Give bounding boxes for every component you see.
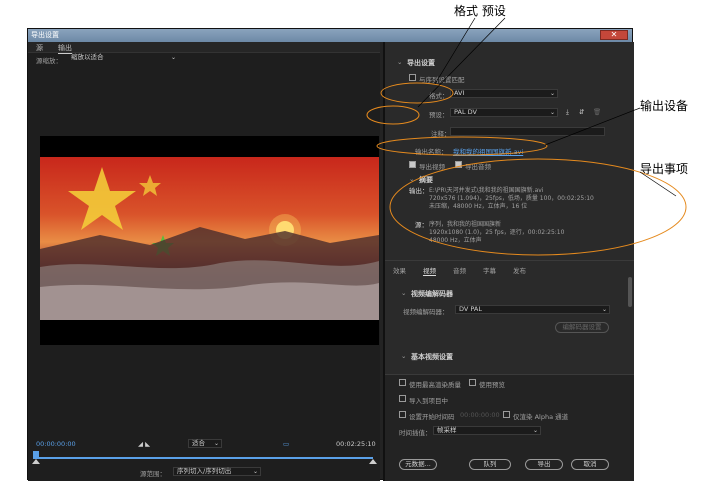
comment-label: 注释： <box>431 130 451 138</box>
summary-source-line3: 48000 Hz，立体声 <box>429 237 482 244</box>
preview-frame <box>40 157 379 320</box>
fit-select[interactable]: 适合 ⌄ <box>188 439 222 448</box>
set-in-out-icon[interactable]: ◢ ◣ <box>138 440 150 448</box>
basic-video-heading: 基本视频设置 <box>411 353 453 361</box>
scrollbar[interactable] <box>628 277 632 307</box>
cancel-button[interactable]: 取消 <box>571 459 609 470</box>
timecode-start[interactable]: 00:00:00:00 <box>36 440 76 448</box>
export-settings-heading: 导出设置 <box>407 59 435 67</box>
close-button[interactable]: ✕ <box>600 30 628 40</box>
comment-input[interactable] <box>450 127 605 136</box>
start-tc-value[interactable]: 00:00:00:00 <box>460 411 500 419</box>
playback-controls: 00:00:00:00 ◢ ◣ 适合 ⌄ ▭ 00:02:25:10 源范围： 序… <box>28 439 380 481</box>
tab-publish[interactable]: 发布 <box>513 265 526 275</box>
in-point-icon[interactable] <box>32 459 40 464</box>
import-project-label: 导入到项目中 <box>409 397 448 405</box>
tab-source[interactable]: 源 <box>36 43 43 53</box>
chevron-down-icon: ⌄ <box>252 468 258 475</box>
export-video-label: 导出视频 <box>419 163 445 171</box>
tab-effects[interactable]: 效果 <box>393 265 406 275</box>
format-label: 格式： <box>429 92 449 100</box>
format-select[interactable]: AVI ⌄ <box>450 89 558 98</box>
window-title: 导出设置 <box>31 31 59 39</box>
video-preview <box>40 136 379 345</box>
codec-select[interactable]: DV PAL ⌄ <box>455 305 610 314</box>
import-project-checkbox[interactable] <box>399 395 406 402</box>
annotation-output-device: 输出设备 <box>640 99 689 113</box>
flag-image <box>40 167 379 320</box>
interp-select[interactable]: 帧采样 ⌄ <box>433 426 541 435</box>
source-range-select[interactable]: 序列切入/序列切出 ⌄ <box>173 467 261 476</box>
annotation-format-preset: 格式 预设 <box>454 4 506 18</box>
chevron-down-icon: ⌄ <box>170 54 176 61</box>
use-preview-checkbox[interactable] <box>469 379 476 386</box>
preset-select[interactable]: PAL DV ⌄ <box>450 108 558 117</box>
tab-video[interactable]: 视频 <box>423 265 436 276</box>
codec-section-heading: 视频编解码器 <box>411 290 453 298</box>
source-scaling-label: 源缩放： <box>36 57 62 65</box>
chevron-down-icon: ⌄ <box>549 90 555 97</box>
annotation-export-items: 导出事项 <box>640 162 689 176</box>
export-settings-window: 导出设置 ✕ 源 输出 源缩放： 缩放以适合 ⌄ 00:00:00:00 ◢ ◣… <box>27 28 634 481</box>
chevron-down-icon: ⌄ <box>601 306 607 313</box>
match-sequence-checkbox[interactable] <box>409 74 416 81</box>
tab-audio[interactable]: 音频 <box>453 265 466 275</box>
import-preset-icon[interactable]: ⇵ <box>579 108 584 116</box>
chevron-down-icon: ⌄ <box>213 440 219 447</box>
output-name-label: 输出名称： <box>415 148 448 156</box>
metadata-button[interactable]: 元数据... <box>399 459 437 470</box>
codec-chevron-icon[interactable]: ⌄ <box>401 289 406 297</box>
settings-panel: 导出设置 ⌄ 与序列设置匹配 格式： AVI ⌄ 预设： PAL DV ⌄ ⤓ ⇵ … <box>383 42 634 481</box>
export-button[interactable]: 导出 <box>525 459 563 470</box>
summary-heading: 摘要 <box>419 176 433 184</box>
codec-settings-button[interactable]: 编解码器设置 <box>555 322 609 333</box>
section-divider <box>385 260 634 261</box>
source-range-label: 源范围： <box>140 470 166 478</box>
crop-icon[interactable]: ▭ <box>283 440 289 448</box>
timeline-bar[interactable] <box>33 457 373 459</box>
set-start-tc-label: 设置开始时间码 <box>409 413 455 421</box>
save-preset-icon[interactable]: ⤓ <box>566 108 569 117</box>
max-render-checkbox[interactable] <box>399 379 406 386</box>
preset-label: 预设： <box>429 111 449 119</box>
basic-video-chevron-icon[interactable]: ⌄ <box>401 352 406 360</box>
use-preview-label: 使用预览 <box>479 381 505 389</box>
tab-captions[interactable]: 字幕 <box>483 265 496 275</box>
interp-label: 时间插值： <box>399 429 432 437</box>
alpha-only-label: 仅渲染 Alpha 通道 <box>513 413 569 421</box>
alpha-only-checkbox[interactable] <box>503 411 510 418</box>
summary-source-label: 源： <box>415 221 428 229</box>
codec-label: 视频编解码器： <box>403 308 449 316</box>
title-bar: 导出设置 ✕ <box>28 29 632 42</box>
source-scaling-row: 源缩放： 缩放以适合 ⌄ <box>28 53 380 66</box>
out-point-icon[interactable] <box>369 459 377 464</box>
chevron-down-icon: ⌄ <box>532 427 538 434</box>
output-name-link[interactable]: 我和我的祖国国旗新.avi <box>453 146 523 156</box>
timecode-end: 00:02:25:10 <box>336 440 376 448</box>
match-sequence-label: 与序列设置匹配 <box>419 76 465 84</box>
preview-panel: 源 输出 源缩放： 缩放以适合 ⌄ 00:00:00:00 ◢ ◣ 适合 ⌄ ▭… <box>28 42 380 481</box>
collapse-chevron-icon[interactable]: ⌄ <box>397 58 402 66</box>
max-render-label: 使用最高渲染质量 <box>409 381 461 389</box>
preview-tabs: 源 输出 <box>28 42 380 54</box>
set-start-tc-checkbox[interactable] <box>399 411 406 418</box>
queue-button[interactable]: 队列 <box>469 459 511 470</box>
delete-preset-icon[interactable]: 🗑 <box>593 108 601 116</box>
export-audio-checkbox[interactable] <box>455 161 462 168</box>
export-audio-label: 导出音频 <box>465 163 491 171</box>
summary-output-line3: 未压缩，48000 Hz，立体声，16 位 <box>429 203 528 210</box>
summary-output-label: 输出： <box>409 187 429 195</box>
options-area: 使用最高渲染质量 使用预览 导入到项目中 设置开始时间码 00:00:00:00… <box>385 374 634 481</box>
source-scaling-select[interactable]: 缩放以适合 ⌄ <box>68 54 178 63</box>
chevron-down-icon: ⌄ <box>549 109 555 116</box>
export-video-checkbox[interactable] <box>409 161 416 168</box>
summary-chevron-icon[interactable]: ⌄ <box>409 175 414 183</box>
